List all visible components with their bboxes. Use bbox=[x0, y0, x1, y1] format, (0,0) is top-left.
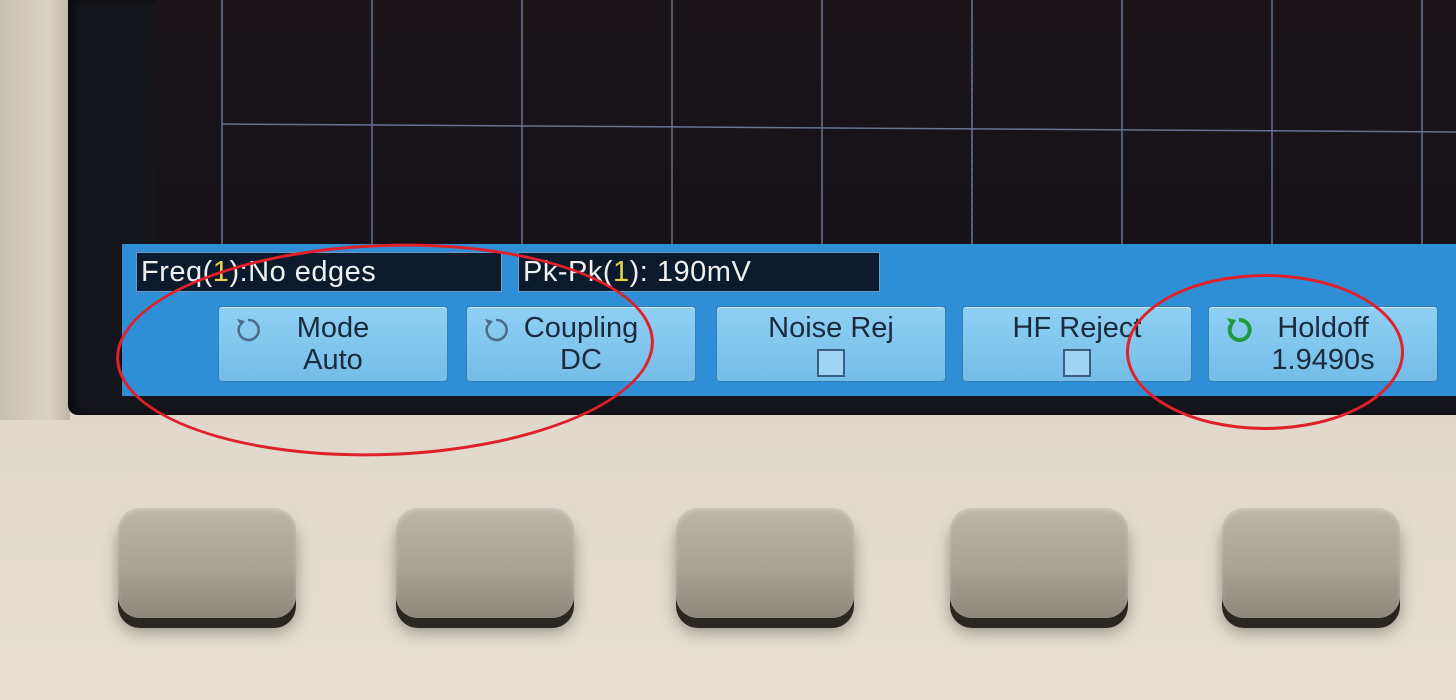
oscilloscope-bezel bbox=[0, 0, 70, 420]
hardware-softkey-5[interactable] bbox=[1222, 508, 1400, 618]
hardware-softkey-2[interactable] bbox=[396, 508, 574, 618]
mode-label: Mode bbox=[296, 312, 370, 344]
coupling-label: Coupling bbox=[523, 312, 639, 344]
hardware-softkey-4[interactable] bbox=[950, 508, 1128, 618]
waveform-grid bbox=[156, 0, 1456, 255]
freq-measurement: Freq(1):No edges bbox=[136, 252, 502, 292]
hf-reject-label: HF Reject bbox=[1012, 312, 1142, 344]
holdoff-label: Holdoff bbox=[1277, 312, 1369, 344]
mode-softkey[interactable]: Mode Auto bbox=[218, 306, 448, 382]
freq-suffix: ):No edges bbox=[229, 256, 377, 288]
pkpk-measurement: Pk-Pk(1): 190mV bbox=[518, 252, 880, 292]
freq-prefix: Freq( bbox=[141, 256, 213, 288]
holdoff-value: 1.9490s bbox=[1271, 344, 1375, 376]
hf-reject-checkbox[interactable] bbox=[1063, 349, 1091, 377]
hardware-softkey-3[interactable] bbox=[676, 508, 854, 618]
freq-channel: 1 bbox=[212, 256, 230, 288]
noise-rej-checkbox[interactable] bbox=[817, 349, 845, 377]
pkpk-suffix: ): 190mV bbox=[629, 256, 752, 288]
coupling-softkey[interactable]: Coupling DC bbox=[466, 306, 696, 382]
coupling-value: DC bbox=[560, 344, 602, 376]
hardware-softkey-1[interactable] bbox=[118, 508, 296, 618]
graticule bbox=[221, 0, 1456, 255]
holdoff-softkey[interactable]: Holdoff 1.9490s bbox=[1208, 306, 1438, 382]
softkey-panel: Freq(1):No edges Pk-Pk(1): 190mV Mode Au… bbox=[122, 244, 1456, 396]
noise-rej-softkey[interactable]: Noise Rej bbox=[716, 306, 946, 382]
pkpk-prefix: Pk-Pk( bbox=[523, 256, 613, 288]
noise-rej-label: Noise Rej bbox=[768, 312, 894, 344]
oscilloscope-screen: Freq(1):No edges Pk-Pk(1): 190mV Mode Au… bbox=[68, 0, 1456, 415]
hf-reject-softkey[interactable]: HF Reject bbox=[962, 306, 1192, 382]
pkpk-channel: 1 bbox=[613, 256, 630, 288]
mode-value: Auto bbox=[303, 344, 363, 376]
